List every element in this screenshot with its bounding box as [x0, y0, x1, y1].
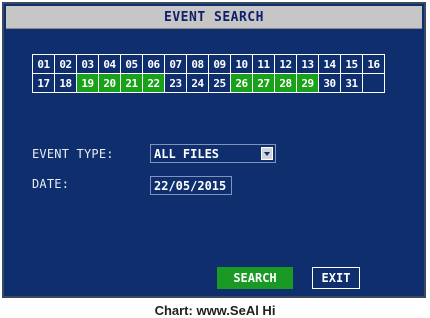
calendar-grid: 01 02 03 04 05 06 07 08 09 10 11 12 13 14 15 16 17 18 19 20…: [32, 54, 385, 93]
calendar-day-08[interactable]: 08: [187, 55, 209, 74]
event-search-screen: EVENT SEARCH 01 02 03 04 05 06 07 08 09 10 11 12 13 1…: [2, 2, 426, 298]
title-bar: EVENT SEARCH: [6, 6, 422, 29]
calendar-day-24[interactable]: 24: [187, 74, 209, 93]
calendar-day-09[interactable]: 09: [209, 55, 231, 74]
event-type-value: ALL FILES: [154, 146, 220, 161]
calendar-day-22[interactable]: 22: [143, 74, 165, 93]
calendar-day-07[interactable]: 07: [165, 55, 187, 74]
calendar-day-11[interactable]: 11: [253, 55, 275, 74]
event-type-label: EVENT TYPE:: [32, 147, 114, 161]
calendar-day-21[interactable]: 21: [121, 74, 143, 93]
calendar-day-27[interactable]: 27: [253, 74, 275, 93]
dropdown-arrow-icon[interactable]: [261, 147, 273, 160]
calendar-day-23[interactable]: 23: [165, 74, 187, 93]
calendar-day-25[interactable]: 25: [209, 74, 231, 93]
calendar-day-31[interactable]: 31: [341, 74, 363, 93]
page-title: EVENT SEARCH: [164, 9, 264, 25]
calendar-day-05[interactable]: 05: [121, 55, 143, 74]
calendar-day-28[interactable]: 28: [275, 74, 297, 93]
calendar-day-18[interactable]: 18: [55, 74, 77, 93]
calendar-day-14[interactable]: 14: [319, 55, 341, 74]
caption: Chart: www.SeAl Hi: [154, 303, 276, 318]
calendar-day-04[interactable]: 04: [99, 55, 121, 74]
calendar-day-20[interactable]: 20: [99, 74, 121, 93]
calendar-day-02[interactable]: 02: [55, 55, 77, 74]
search-button[interactable]: SEARCH: [217, 267, 293, 289]
exit-button[interactable]: EXIT: [312, 267, 360, 289]
calendar-day-06[interactable]: 06: [143, 55, 165, 74]
calendar-day-01[interactable]: 01: [33, 55, 55, 74]
calendar-day-26[interactable]: 26: [231, 74, 253, 93]
calendar-day-empty: [363, 74, 385, 93]
calendar-day-19[interactable]: 19: [77, 74, 99, 93]
date-label: DATE:: [32, 177, 70, 191]
date-value: 22/05/2015: [154, 178, 227, 193]
calendar-day-15[interactable]: 15: [341, 55, 363, 74]
calendar-day-16[interactable]: 16: [363, 55, 385, 74]
calendar-day-17[interactable]: 17: [33, 74, 55, 93]
calendar-day-12[interactable]: 12: [275, 55, 297, 74]
calendar-day-30[interactable]: 30: [319, 74, 341, 93]
event-type-select[interactable]: ALL FILES: [150, 144, 276, 163]
calendar-day-29[interactable]: 29: [297, 74, 319, 93]
calendar-day-10[interactable]: 10: [231, 55, 253, 74]
calendar-day-13[interactable]: 13: [297, 55, 319, 74]
calendar-day-03[interactable]: 03: [77, 55, 99, 74]
date-field[interactable]: 22/05/2015: [150, 176, 232, 195]
